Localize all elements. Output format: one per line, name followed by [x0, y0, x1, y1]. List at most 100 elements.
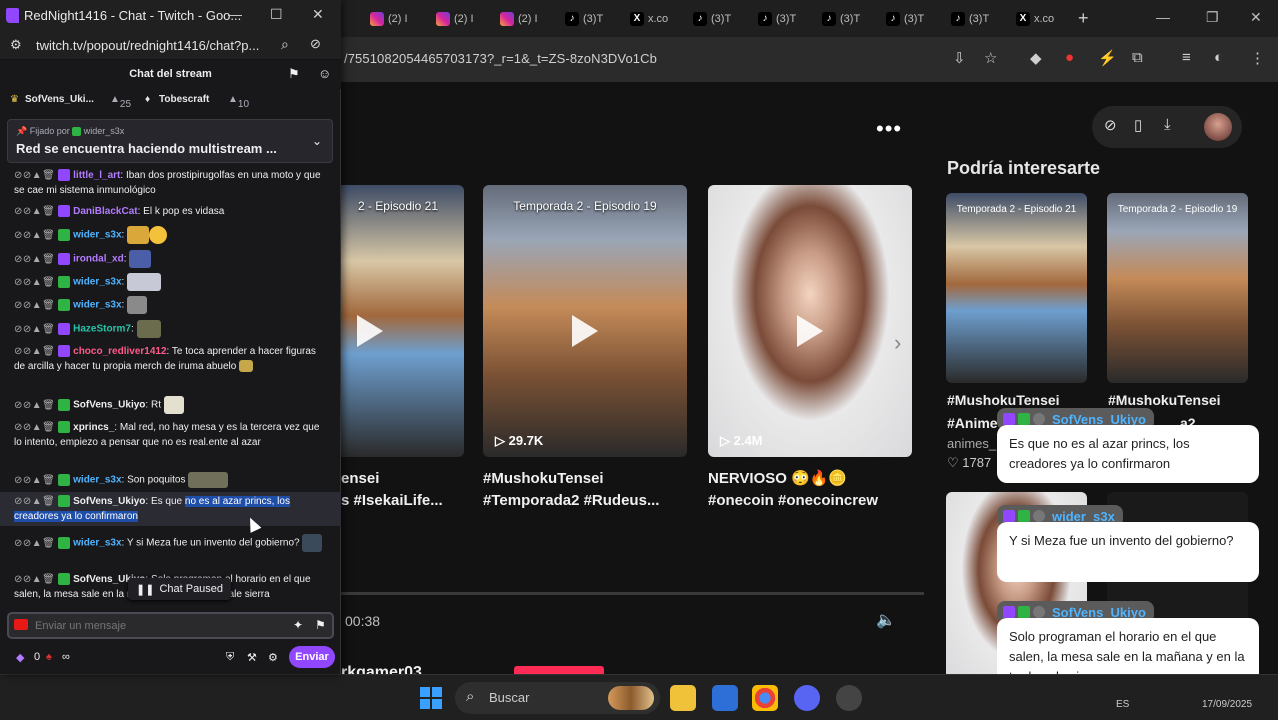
- extension-icon[interactable]: ⚡: [1098, 49, 1117, 67]
- video-card[interactable]: Temporada 2 - Episodio 19 ▷ 29.7K: [483, 185, 687, 457]
- browser-tab[interactable]: (2) I: [436, 7, 474, 31]
- chrome-icon[interactable]: [752, 685, 778, 711]
- bookmark-star-icon[interactable]: ☆: [984, 49, 997, 67]
- camera-icon[interactable]: [14, 619, 28, 630]
- recommended-video[interactable]: Temporada 2 - Episodio 19: [1107, 193, 1248, 383]
- chat-message[interactable]: ⊘⊘▲🗑 SofVens_Ukiyo: Es que no es al azar…: [0, 492, 341, 526]
- profile-avatar-icon[interactable]: ◐: [1214, 49, 1223, 66]
- chat-message[interactable]: ⊘⊘▲🗑 wider_s3x:: [0, 294, 341, 316]
- browser-tab[interactable]: (2) I: [500, 7, 538, 31]
- zoom-icon[interactable]: ⌕: [281, 36, 289, 53]
- emote-icon: [188, 472, 229, 488]
- browser-tab[interactable]: ♪ (3)T: [951, 7, 989, 31]
- minimize-icon[interactable]: —: [228, 6, 242, 22]
- download-icon[interactable]: ⤓: [1164, 116, 1171, 133]
- shield-icon[interactable]: ⛨: [226, 651, 234, 664]
- puzzle-icon[interactable]: ⧉: [1132, 49, 1143, 66]
- rec-title[interactable]: #MushokuTensei: [947, 392, 1060, 408]
- video-card[interactable]: ▷ 2.4M: [708, 185, 912, 457]
- chat-message[interactable]: ⊘⊘▲🗑 wider_s3x:: [0, 271, 341, 293]
- send-button[interactable]: Enviar: [289, 646, 335, 668]
- video-progress-bar[interactable]: [341, 592, 924, 595]
- app-icon[interactable]: [836, 685, 862, 711]
- recommended-video[interactable]: Temporada 2 - Episodio 21: [946, 193, 1087, 383]
- browser-tab[interactable]: ♪ (3)T: [565, 7, 603, 31]
- hype-icon[interactable]: ♠: [46, 651, 52, 663]
- chat-message[interactable]: ⊘⊘▲🗑 irondal_xd:: [0, 248, 341, 270]
- url-text[interactable]: /7551082054465703173?_r=1&_t=ZS-8zoN3DVo…: [344, 51, 657, 66]
- extension-icon[interactable]: ◆: [1030, 49, 1042, 67]
- rec-author[interactable]: animes_: [947, 436, 996, 451]
- chat-paused-button[interactable]: ❚❚ Chat Paused: [128, 578, 232, 600]
- discord-icon[interactable]: [794, 685, 820, 711]
- mod-actions-icon: ⊘⊘▲🗑: [14, 496, 56, 507]
- chat-input-box[interactable]: ✦ ⚑: [7, 612, 334, 639]
- emote-picker-icon[interactable]: ✦: [293, 618, 303, 632]
- file-explorer-icon[interactable]: [670, 685, 696, 711]
- taskbar-search[interactable]: ⌕ Buscar: [455, 682, 660, 714]
- browser-tab[interactable]: ♪ (3)T: [758, 7, 796, 31]
- mod-actions-icon: ⊘⊘▲🗑: [14, 537, 56, 549]
- chat-message[interactable]: ⊘⊘▲🗑 xprincs_: Mal red, no hay mesa y es…: [0, 418, 341, 452]
- compass-icon[interactable]: ⊘: [1104, 116, 1117, 134]
- kebab-menu-icon[interactable]: ⋮: [1250, 49, 1265, 67]
- channel-points-icon[interactable]: ◆: [16, 651, 24, 664]
- close-icon[interactable]: ✕: [1250, 9, 1262, 26]
- users-icon[interactable]: ☺: [318, 66, 331, 81]
- more-options-icon[interactable]: •••: [876, 116, 902, 142]
- chevron-down-icon[interactable]: ⌄: [312, 134, 322, 148]
- browser-tab[interactable]: Xx.co: [1016, 7, 1054, 31]
- windows-start-icon[interactable]: [420, 687, 442, 709]
- emote-icon: [239, 360, 254, 373]
- play-icon: [572, 315, 598, 347]
- chevron-right-icon[interactable]: ›: [894, 330, 901, 356]
- volume-icon[interactable]: 🔈: [876, 610, 896, 630]
- browser-tab[interactable]: ♪ (3)T: [886, 7, 924, 31]
- chat-message[interactable]: ⊘⊘▲🗑 wider_s3x: Son poquitos: [0, 470, 341, 490]
- video-title[interactable]: NERVIOSO 😳🔥🪙 #onecoin #onecoincrew: [708, 468, 878, 512]
- popout-address-bar[interactable]: ⚙ twitch.tv/popout/rednight1416/chat?p..…: [0, 31, 341, 60]
- chat-message[interactable]: ⊘⊘▲🗑 DaniBlackCat: El k pop es vidasa: [0, 202, 341, 221]
- app-icon[interactable]: [712, 685, 738, 711]
- view-count: ▷ 2.4M: [720, 433, 763, 448]
- twitch-badge-icon: [1003, 510, 1015, 522]
- chat-tools-icon[interactable]: ⚑: [288, 66, 300, 82]
- chat-message[interactable]: ⊘⊘▲🗑 HazeStorm7:: [0, 318, 341, 340]
- chat-message[interactable]: ⊘⊘▲🗑 wider_s3x:: [0, 224, 341, 246]
- maximize-icon[interactable]: ☐: [270, 6, 283, 23]
- site-settings-icon[interactable]: ⚙: [10, 37, 22, 53]
- media-control-icon[interactable]: ≡: [1182, 49, 1191, 66]
- chat-input[interactable]: [35, 617, 285, 635]
- gear-icon[interactable]: ⚙: [268, 651, 278, 664]
- video-title[interactable]: ensei s #IsekaiLife...: [341, 468, 443, 512]
- mod-actions-icon: ⊘⊘▲🗑: [14, 323, 56, 335]
- avatar[interactable]: [1204, 113, 1232, 141]
- minimize-icon[interactable]: —: [1156, 9, 1170, 25]
- moderation-icon[interactable]: ⚒: [247, 651, 257, 664]
- restore-icon[interactable]: ❐: [1206, 9, 1219, 26]
- pinned-message[interactable]: 📌 Fijado por wider_s3x Red se encuentra …: [7, 119, 333, 163]
- window-titlebar[interactable]: RedNight1416 - Chat - Twitch - Goo... — …: [0, 0, 341, 31]
- eye-off-icon[interactable]: ⊘: [310, 36, 321, 52]
- install-app-icon[interactable]: ⇩: [953, 49, 966, 67]
- browser-tab[interactable]: Xx.co: [630, 7, 668, 31]
- video-title[interactable]: #MushokuTensei #Temporada2 #Rudeus...: [483, 468, 659, 512]
- new-tab-icon[interactable]: +: [1078, 8, 1089, 29]
- rec-title[interactable]: #MushokuTensei: [1108, 392, 1221, 408]
- bits-icon[interactable]: ⚑: [315, 618, 326, 632]
- chat-message[interactable]: ⊘⊘▲🗑 SofVens_Ukiyo: Rt: [0, 394, 341, 416]
- browser-tab[interactable]: ♪ (3)T: [693, 7, 731, 31]
- browser-tab[interactable]: ♪ (3)T: [822, 7, 860, 31]
- phone-icon[interactable]: ▯: [1134, 116, 1142, 134]
- extension-icon[interactable]: ●: [1065, 49, 1074, 66]
- mod-actions-icon: ⊘⊘▲🗑: [14, 229, 56, 241]
- chat-message[interactable]: ⊘⊘▲🗑 wider_s3x: Y si Meza fue un invento…: [0, 532, 341, 554]
- chat-message[interactable]: ⊘⊘▲🗑 little_l_art: Iban dos prostipirugo…: [0, 166, 341, 200]
- browser-tab[interactable]: (2) I: [370, 7, 408, 31]
- infinity-icon: ∞: [62, 651, 70, 663]
- video-time: 00:38: [345, 613, 381, 629]
- x-icon: X: [1016, 12, 1030, 26]
- close-icon[interactable]: ✕: [312, 6, 324, 23]
- chat-message[interactable]: ⊘⊘▲🗑 choco_redliver1412: Te toca aprende…: [0, 342, 341, 376]
- rec-title[interactable]: #Anime: [947, 415, 998, 431]
